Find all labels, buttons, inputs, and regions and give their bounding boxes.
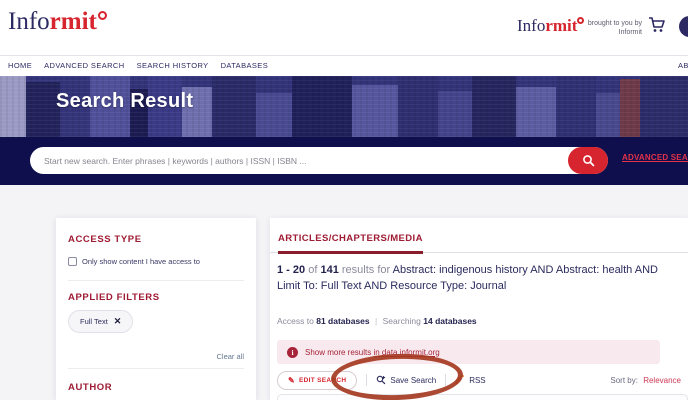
sort-value-link[interactable]: Relevance: [643, 376, 681, 385]
access-checkbox[interactable]: [68, 257, 77, 266]
nav-item-search-history[interactable]: SEARCH HISTORY: [137, 61, 209, 70]
banner-link[interactable]: in data.informit.org: [373, 348, 439, 357]
nav-item-home[interactable]: HOME: [8, 61, 32, 70]
filters-sidebar: ACCESS TYPE Only show content I have acc…: [56, 218, 256, 400]
access-checkbox-label: Only show content I have access to: [82, 257, 200, 266]
advanced-search-link[interactable]: ADVANCED SEARCH: [622, 153, 688, 162]
search-button[interactable]: [568, 147, 608, 174]
profile-icon[interactable]: [679, 16, 688, 37]
results-summary: 1 - 20 of 141 results for Abstract: indi…: [277, 264, 658, 292]
applied-filters-heading: APPLIED FILTERS: [68, 292, 160, 303]
brought-to-you-by: brought to you by Informit: [587, 20, 642, 36]
rss-button[interactable]: RSS: [455, 375, 486, 385]
main-nav: HOME ADVANCED SEARCH SEARCH HISTORY DATA…: [0, 56, 688, 76]
save-search-icon: [376, 375, 386, 385]
results-range: 1 - 20: [277, 264, 306, 276]
rss-icon: [455, 375, 465, 385]
logo-text-suffix: rmit: [49, 8, 97, 35]
db-searching-count: 14 databases: [423, 316, 477, 326]
access-checkbox-row[interactable]: Only show content I have access to: [68, 257, 200, 266]
logo-ring-icon: [97, 10, 107, 20]
search-bar: [30, 147, 608, 174]
info-icon: i: [287, 346, 298, 358]
sidebar-divider: [68, 368, 244, 369]
info-banner: i Show more results in data.informit.org: [277, 340, 660, 364]
sort-by: Sort by: Relevance: [610, 375, 681, 385]
nav-item-advanced-search[interactable]: ADVANCED SEARCH: [44, 61, 124, 70]
page-title: Search Result: [56, 90, 194, 112]
informit-logo[interactable]: Informit: [8, 8, 107, 36]
filter-chip-label: Full Text: [80, 317, 108, 326]
tab-bar: ARTICLES/CHAPTERS/MEDIA: [270, 230, 688, 254]
hero-banner: Search Result: [0, 76, 688, 137]
results-panel: ARTICLES/CHAPTERS/MEDIA 1 - 20 of 141 re…: [270, 218, 688, 400]
nav-item-right-partial[interactable]: AB: [678, 61, 688, 70]
sidebar-divider: [68, 280, 244, 281]
db-access-count: 81 databases: [316, 316, 370, 326]
filter-chip-full-text[interactable]: Full Text ✕: [68, 310, 134, 333]
page: Informit Informit brought to you by Info…: [0, 0, 688, 400]
search-band: ADVANCED SEARCH: [0, 137, 688, 185]
database-access-line: Access to 81 databases | Searching 14 da…: [277, 316, 477, 326]
header: Informit Informit brought to you by Info…: [0, 0, 688, 56]
search-icon: [582, 154, 595, 167]
close-icon[interactable]: ✕: [114, 317, 122, 326]
save-search-button[interactable]: Save Search: [376, 375, 436, 385]
edit-search-button[interactable]: ✎ EDIT SEARCH: [277, 370, 358, 390]
author-heading: AUTHOR: [68, 382, 113, 393]
clear-all-link[interactable]: Clear all: [216, 352, 244, 361]
access-type-heading: ACCESS TYPE: [68, 234, 142, 245]
shopping-cart-icon[interactable]: [648, 16, 666, 34]
results-total: 141: [320, 264, 339, 276]
search-input[interactable]: [30, 155, 568, 166]
tab-articles-chapters-media[interactable]: ARTICLES/CHAPTERS/MEDIA: [278, 233, 423, 254]
first-result-card-edge: [277, 394, 688, 400]
toolbar-divider: [366, 374, 368, 386]
logo-text-prefix: Info: [8, 8, 50, 35]
nav-item-databases[interactable]: DATABASES: [221, 61, 269, 70]
banner-text: Show more results in data.informit.org: [305, 347, 440, 357]
toolbar-divider: [445, 374, 447, 386]
pencil-icon: ✎: [288, 375, 296, 385]
results-toolbar: ✎ EDIT SEARCH Save Search RSS Sort by: R…: [277, 370, 681, 390]
